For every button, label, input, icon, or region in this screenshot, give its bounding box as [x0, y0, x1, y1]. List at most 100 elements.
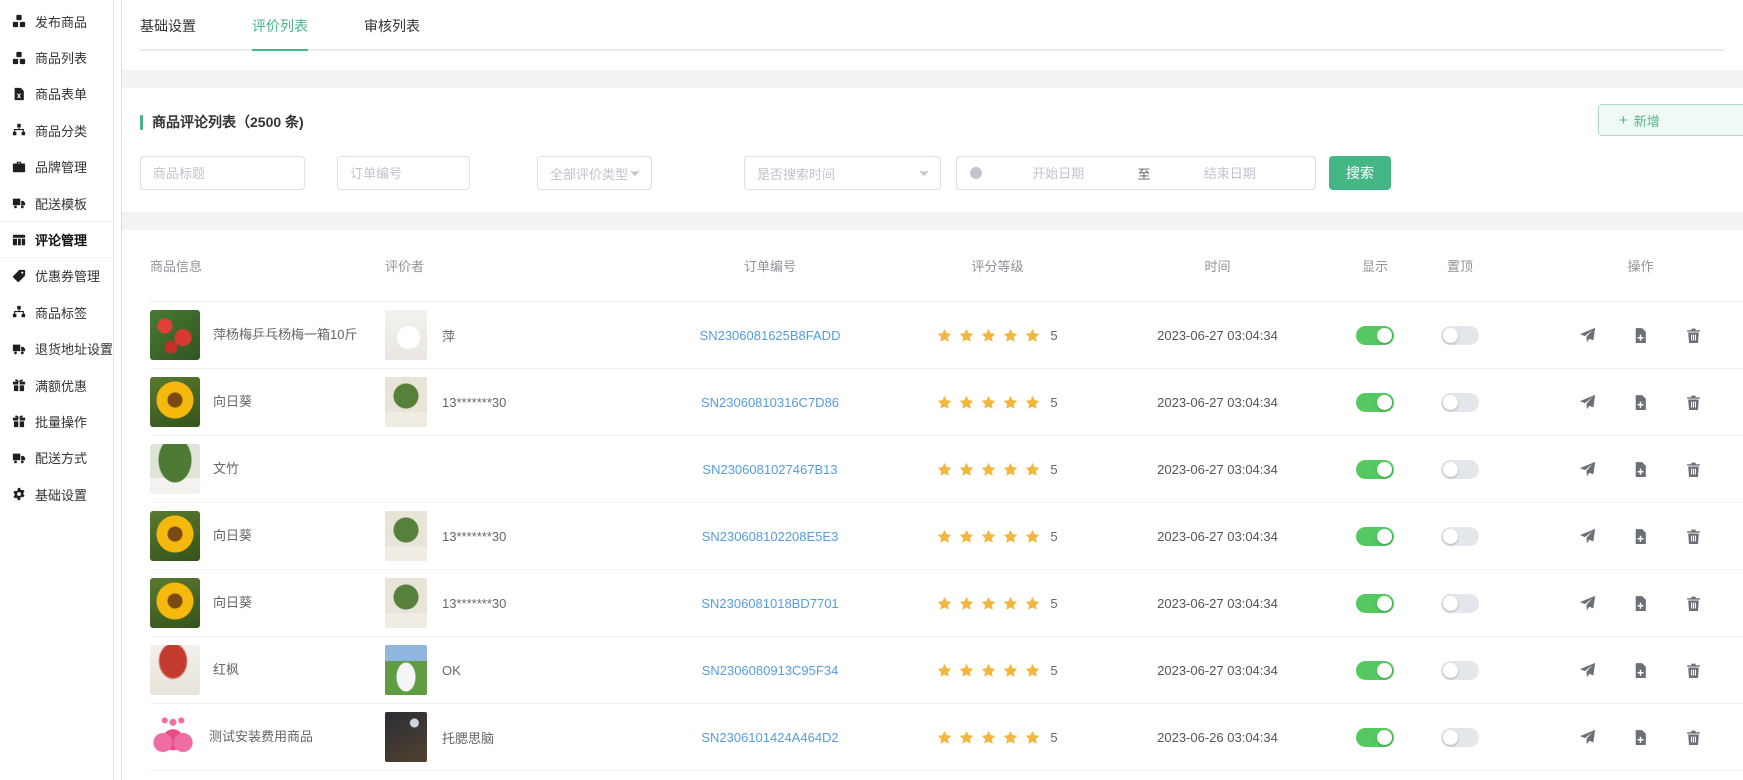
- file-add-button[interactable]: [1632, 595, 1649, 612]
- sidebar-item-label: 批量操作: [35, 412, 87, 431]
- table-row: 测试安装费用商品托腮思脑SN2306101424A464D252023-06-2…: [150, 704, 1743, 771]
- start-date-input[interactable]: [983, 166, 1134, 181]
- sidebar-item-label: 配送模板: [35, 194, 87, 213]
- file-add-button[interactable]: [1632, 729, 1649, 746]
- column-header: 商品信息: [150, 256, 385, 275]
- star-icon: [1003, 730, 1018, 745]
- star-icon: [937, 730, 952, 745]
- tab-bar: 基础设置 评价列表 审核列表: [122, 0, 1743, 70]
- trash-button[interactable]: [1685, 327, 1702, 344]
- sidebar-item-product-list[interactable]: 商品列表: [0, 39, 113, 75]
- add-button[interactable]: + 新增: [1598, 104, 1743, 136]
- order-number-link[interactable]: SN2306081018BD7701: [701, 596, 838, 611]
- order-no-input[interactable]: [337, 156, 470, 190]
- sidebar-item-delivery-template[interactable]: 配送模板: [0, 185, 113, 221]
- send-button[interactable]: [1579, 327, 1596, 344]
- send-button[interactable]: [1579, 461, 1596, 478]
- sidebar-item-delivery-method[interactable]: 配送方式: [0, 440, 113, 476]
- show-toggle[interactable]: [1356, 594, 1394, 613]
- star-icon: [1003, 395, 1018, 410]
- show-toggle[interactable]: [1356, 326, 1394, 345]
- order-number-link[interactable]: SN23060810316C7D86: [701, 395, 839, 410]
- sidebar-item-publish-product[interactable]: 发布商品: [0, 3, 113, 39]
- sidebar-item-basic-settings[interactable]: 基础设置: [0, 476, 113, 512]
- title-accent-bar: [140, 115, 143, 130]
- star-icon: [959, 529, 974, 544]
- star-icon: [981, 663, 996, 678]
- sitemap-icon: [12, 123, 26, 137]
- product-image: [150, 645, 200, 695]
- trash-button[interactable]: [1685, 595, 1702, 612]
- date-range-picker[interactable]: 至: [956, 156, 1316, 190]
- show-toggle[interactable]: [1356, 728, 1394, 747]
- product-name: 向日葵: [213, 394, 252, 411]
- trash-button[interactable]: [1685, 662, 1702, 679]
- search-time-select[interactable]: 是否搜索时间: [744, 156, 941, 190]
- sidebar-item-return-address-settings[interactable]: 退货地址设置: [0, 331, 113, 367]
- send-icon: [1579, 461, 1596, 478]
- rating-value: 5: [1050, 663, 1057, 678]
- file-add-button[interactable]: [1632, 327, 1649, 344]
- file-add-button[interactable]: [1632, 394, 1649, 411]
- show-toggle[interactable]: [1356, 661, 1394, 680]
- trash-icon: [1685, 729, 1702, 746]
- tab-audit-list[interactable]: 审核列表: [364, 16, 420, 51]
- plus-icon: +: [1619, 112, 1628, 129]
- end-date-input[interactable]: [1155, 166, 1306, 181]
- send-button[interactable]: [1579, 394, 1596, 411]
- column-header: 评分等级: [880, 256, 1115, 275]
- top-toggle[interactable]: [1441, 393, 1479, 412]
- sidebar-item-product-tags[interactable]: 商品标签: [0, 294, 113, 330]
- trash-button[interactable]: [1685, 461, 1702, 478]
- send-button[interactable]: [1579, 595, 1596, 612]
- order-number-link[interactable]: SN2306101424A464D2: [701, 730, 838, 745]
- send-button[interactable]: [1579, 528, 1596, 545]
- product-name: 红枫: [213, 662, 239, 679]
- sidebar-item-label: 商品表单: [35, 84, 87, 103]
- sidebar-item-batch-operations[interactable]: 批量操作: [0, 403, 113, 439]
- review-table: 商品信息评价者订单编号评分等级时间显示置顶操作 萍杨梅乒乓杨梅一箱10斤萍SN2…: [122, 230, 1743, 780]
- send-button[interactable]: [1579, 662, 1596, 679]
- sidebar-item-product-category[interactable]: 商品分类: [0, 112, 113, 148]
- file-add-button[interactable]: [1632, 528, 1649, 545]
- tab-review-list[interactable]: 评价列表: [252, 16, 308, 51]
- order-number-link[interactable]: SN230608102208E5E3: [702, 529, 839, 544]
- top-toggle[interactable]: [1441, 460, 1479, 479]
- tab-basic-settings[interactable]: 基础设置: [140, 16, 196, 51]
- star-icon: [959, 663, 974, 678]
- trash-button[interactable]: [1685, 528, 1702, 545]
- reviewer-name: OK: [442, 663, 461, 678]
- top-toggle[interactable]: [1441, 527, 1479, 546]
- sidebar-item-full-reduction[interactable]: 满额优惠: [0, 367, 113, 403]
- sidebar-item-brand-management[interactable]: 品牌管理: [0, 149, 113, 185]
- trash-button[interactable]: [1685, 394, 1702, 411]
- trash-button[interactable]: [1685, 729, 1702, 746]
- order-number-link[interactable]: SN2306081625B8FADD: [700, 328, 841, 343]
- sidebar-item-coupon-management[interactable]: 优惠券管理: [0, 258, 113, 294]
- sidebar-item-comment-management[interactable]: 评论管理: [0, 221, 113, 257]
- top-toggle[interactable]: [1441, 661, 1479, 680]
- top-toggle[interactable]: [1441, 594, 1479, 613]
- top-toggle[interactable]: [1441, 326, 1479, 345]
- truck-icon: [12, 342, 26, 356]
- gift-icon: [12, 378, 26, 392]
- send-button[interactable]: [1579, 729, 1596, 746]
- file-add-button[interactable]: [1632, 461, 1649, 478]
- review-type-select[interactable]: 全部评价类型: [537, 156, 652, 190]
- review-time: 2023-06-27 03:04:34: [1115, 529, 1320, 544]
- sidebar-item-product-form[interactable]: 商品表单: [0, 76, 113, 112]
- search-button[interactable]: 搜索: [1329, 156, 1391, 190]
- main-content: 基础设置评价列表审核列表 商品评论列表（2500 条) + 新增 全部评价类型 …: [122, 0, 1743, 780]
- file-add-button[interactable]: [1632, 662, 1649, 679]
- sidebar-item-label: 配送方式: [35, 448, 87, 467]
- order-number-link[interactable]: SN2306081027467B13: [702, 462, 837, 477]
- show-toggle[interactable]: [1356, 527, 1394, 546]
- order-number-link[interactable]: SN2306080913C95F34: [702, 663, 839, 678]
- top-toggle[interactable]: [1441, 728, 1479, 747]
- product-image: [150, 511, 200, 561]
- column-header: 显示: [1320, 256, 1430, 275]
- sidebar-item-label: 商品分类: [35, 121, 87, 140]
- show-toggle[interactable]: [1356, 460, 1394, 479]
- product-title-input[interactable]: [140, 156, 305, 190]
- show-toggle[interactable]: [1356, 393, 1394, 412]
